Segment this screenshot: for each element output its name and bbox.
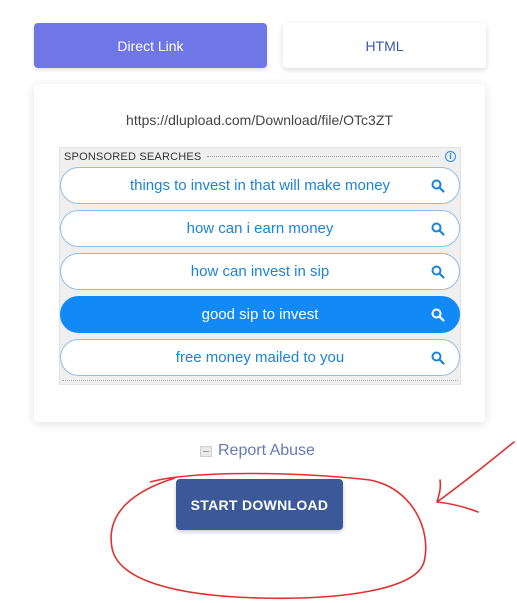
start-download-button[interactable]: START DOWNLOAD — [176, 479, 343, 530]
annotation-arrow — [436, 441, 515, 513]
search-icon — [431, 351, 445, 365]
search-icon — [431, 265, 445, 279]
header-divider — [207, 156, 439, 157]
search-item-label: free money mailed to you — [175, 349, 345, 366]
sponsored-search-item[interactable]: how can i earn money — [60, 210, 460, 247]
search-icon — [431, 308, 445, 322]
search-item-label: good sip to invest — [201, 306, 319, 323]
search-icon — [431, 179, 445, 193]
search-item-label: things to invest in that will make money — [129, 177, 391, 194]
sponsored-footer-divider — [62, 380, 458, 381]
download-url[interactable]: https://dlupload.com/Download/file/OTc3Z… — [34, 112, 485, 128]
tab-html[interactable]: HTML — [283, 23, 486, 68]
report-abuse-label: Report Abuse — [218, 442, 315, 459]
start-download-label: START DOWNLOAD — [190, 496, 329, 513]
search-icon — [431, 222, 445, 236]
sponsored-searches: SPONSORED SEARCHES i things to invest in… — [59, 147, 461, 385]
search-item-label: how can i earn money — [186, 220, 334, 237]
tab-direct-link-label: Direct Link — [117, 37, 184, 54]
tab-html-label: HTML — [365, 37, 404, 54]
report-abuse-link[interactable]: Report Abuse — [200, 440, 315, 462]
info-icon[interactable]: i — [445, 151, 456, 162]
link-card: https://dlupload.com/Download/file/OTc3Z… — [34, 84, 485, 422]
sponsored-search-item-active[interactable]: good sip to invest — [60, 296, 460, 333]
sponsored-search-item[interactable]: free money mailed to you — [60, 339, 460, 376]
sponsored-search-item[interactable]: how can invest in sip — [60, 253, 460, 290]
sponsored-header: SPONSORED SEARCHES i — [60, 148, 460, 165]
flag-icon — [200, 445, 212, 457]
search-item-label: how can invest in sip — [190, 263, 330, 280]
sponsored-title: SPONSORED SEARCHES — [64, 150, 202, 163]
tab-direct-link[interactable]: Direct Link — [34, 23, 267, 68]
sponsored-search-item[interactable]: things to invest in that will make money — [60, 167, 460, 204]
